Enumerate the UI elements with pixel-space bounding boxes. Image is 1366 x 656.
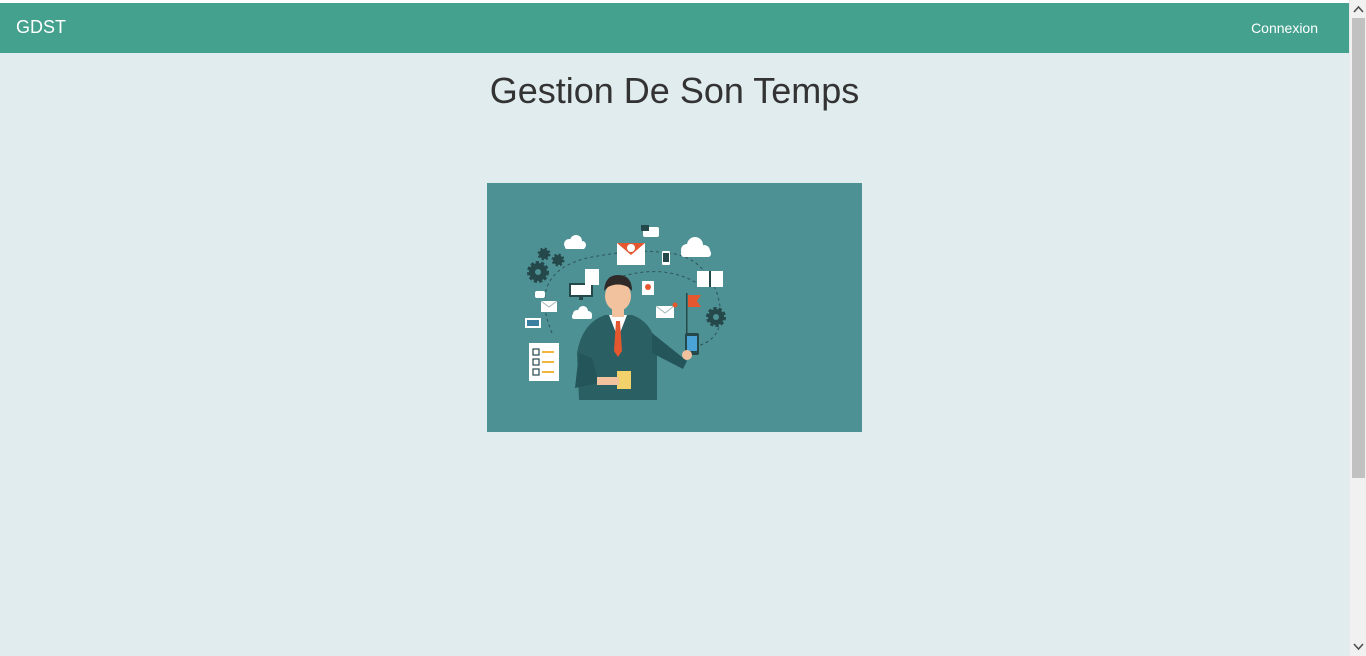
- chevron-up-icon[interactable]: [1353, 4, 1364, 15]
- brand-link[interactable]: GDST: [16, 17, 66, 38]
- scrollbar[interactable]: [1349, 0, 1366, 656]
- scroll-thumb[interactable]: [1352, 18, 1365, 478]
- gear-icon: [527, 261, 549, 283]
- checklist-icon: [529, 343, 559, 381]
- chevron-down-icon[interactable]: [1353, 641, 1364, 652]
- login-link[interactable]: Connexion: [1251, 20, 1318, 36]
- navbar: GDST Connexion: [0, 3, 1349, 53]
- page-title: Gestion De Son Temps: [489, 70, 860, 111]
- hero-image: [487, 183, 862, 432]
